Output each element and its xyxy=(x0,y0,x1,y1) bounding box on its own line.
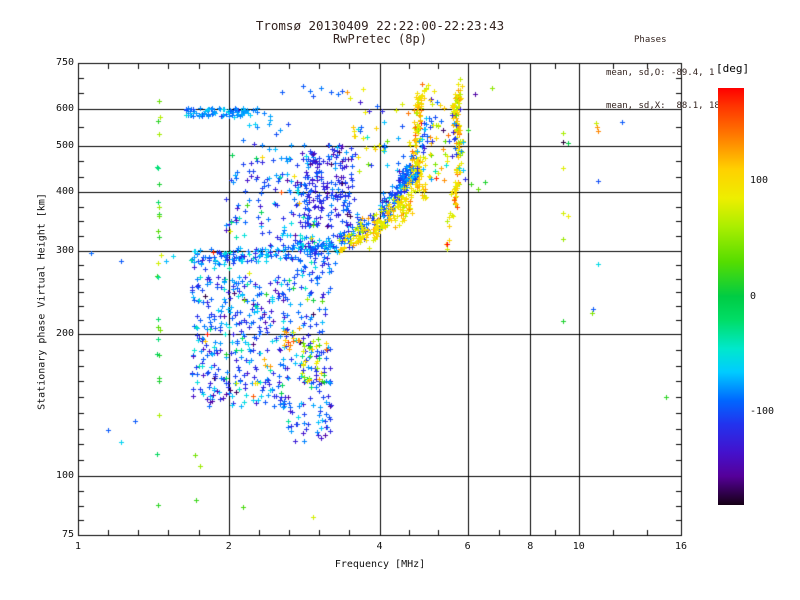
x-tick-label: 6 xyxy=(448,541,488,552)
phase-stats-block: Phases mean, sd,O: -89.4, 17.8 mean, sd,… xyxy=(606,13,776,123)
colorbar-unit-label: [deg] xyxy=(715,62,750,75)
y-tick-label: 600 xyxy=(32,103,74,114)
y-tick-label: 200 xyxy=(32,328,74,339)
stats-heading: Phases xyxy=(606,35,776,46)
colorbar-gradient xyxy=(718,88,744,505)
x-tick-label: 4 xyxy=(360,541,400,552)
stats-o-mode-line: mean, sd,O: -89.4, 17.8 xyxy=(606,68,776,79)
y-tick-label: 75 xyxy=(32,529,74,540)
plot-title: Tromsø 20130409 22:22:00-22:23:43 xyxy=(80,19,680,33)
plot-header: Tromsø 20130409 22:22:00-22:23:43 RwPret… xyxy=(80,19,680,46)
x-tick-label: 2 xyxy=(209,541,249,552)
x-tick-label: 8 xyxy=(510,541,550,552)
y-tick-label: 100 xyxy=(32,470,74,481)
colorbar-tick-label: -100 xyxy=(750,406,790,417)
x-tick-label: 16 xyxy=(661,541,701,552)
colorbar-tick-label: 100 xyxy=(750,175,790,186)
stats-x-mode-line: mean, sd,X: 88.1, 18.9 xyxy=(606,101,776,112)
colorbar-tick-label: 0 xyxy=(750,291,790,302)
y-tick-label: 400 xyxy=(32,186,74,197)
x-axis-label: Frequency [MHz] xyxy=(230,559,530,570)
y-tick-label: 300 xyxy=(32,245,74,256)
x-tick-label: 1 xyxy=(58,541,98,552)
y-tick-label: 500 xyxy=(32,140,74,151)
y-tick-label: 750 xyxy=(32,57,74,68)
ionogram-screen: { "header": { "title_line1": "Tromsø 201… xyxy=(0,0,800,600)
plot-subtitle: RwPretec (8p) xyxy=(80,33,680,46)
x-tick-label: 10 xyxy=(559,541,599,552)
